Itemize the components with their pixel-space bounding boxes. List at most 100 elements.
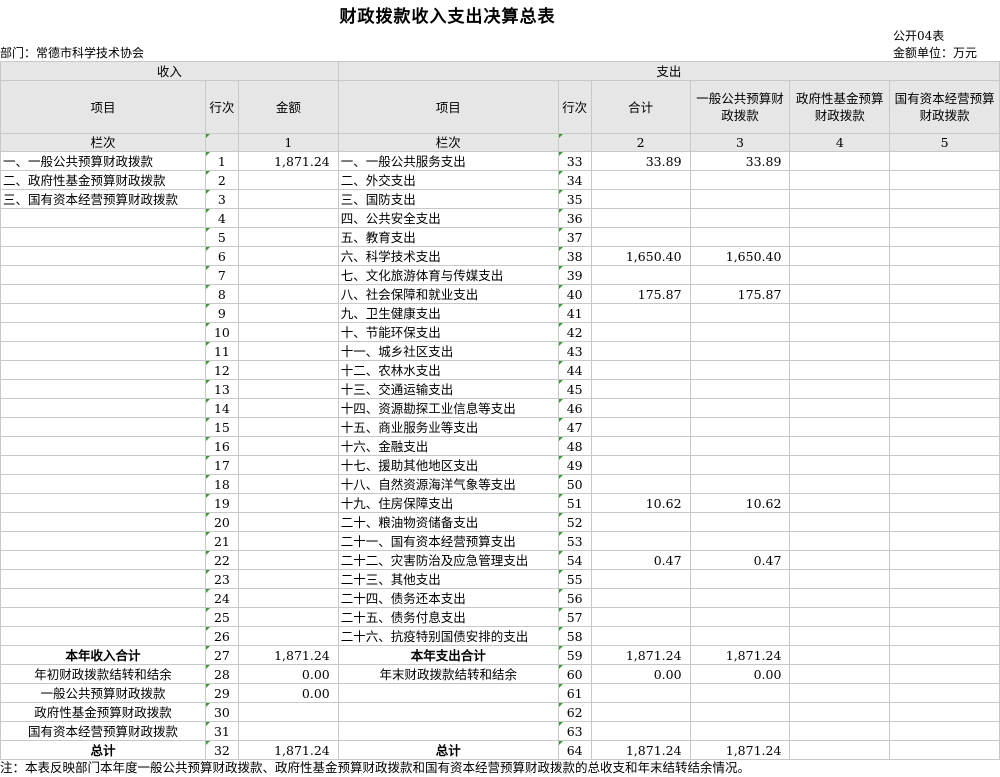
expense-row-no-cell: 48 [557,436,592,456]
table-row: 15 十五、商业服务业等支出 47 [0,417,1000,437]
expense-column-label: 栏次 [337,133,559,152]
income-column-label: 栏次 [0,133,206,152]
income-item-cell [0,550,206,570]
gov-fund-amount-cell [789,607,891,627]
total-amount-cell: 1,871.24 [590,645,691,665]
expense-row-no-cell: 53 [557,531,592,551]
table-row: 二、政府性基金预算财政拨款 2 二、外交支出 34 [0,170,1000,190]
gov-fund-amount-cell [789,664,891,684]
income-header: 收入 [0,61,339,81]
income-item-cell [0,531,206,551]
total-amount-cell: 175.87 [590,284,691,304]
state-capital-amount-cell [889,436,1000,456]
expense-row-no-cell: 59 [557,645,592,665]
expense-item-cell: 九、卫生健康支出 [337,303,559,323]
income-amount-cell [237,455,339,475]
income-item-cell [0,398,206,418]
total-amount-cell [590,189,691,209]
state-capital-amount-cell [889,151,1000,171]
expense-row-no-cell: 41 [557,303,592,323]
summary-row: 政府性基金预算财政拨款 30 62 [0,702,1000,722]
expense-item-cell: 十六、金融支出 [337,436,559,456]
state-capital-amount-cell [889,360,1000,380]
expense-row-no-cell: 57 [557,607,592,627]
income-item-cell: 政府性基金预算财政拨款 [0,702,206,722]
gov-fund-amount-cell [789,474,891,494]
total-amount-cell [590,170,691,190]
general-budget-amount-cell: 33.89 [689,151,791,171]
table-row: 11 十一、城乡社区支出 43 [0,341,1000,361]
gov-fund-amount-cell [789,493,891,513]
table-row: 16 十六、金融支出 48 [0,436,1000,456]
expense-row-no-cell: 43 [557,341,592,361]
state-capital-amount-cell [889,208,1000,228]
expense-item-cell: 一、一般公共服务支出 [337,151,559,171]
expense-row-no-cell: 61 [557,683,592,703]
col-1-index: 1 [237,133,339,152]
state-capital-amount-cell [889,626,1000,646]
expense-row-no-cell: 36 [557,208,592,228]
income-amount-cell [237,189,339,209]
expense-item-cell: 四、公共安全支出 [337,208,559,228]
general-budget-amount-cell [689,436,791,456]
income-row-no-cell: 25 [204,607,239,627]
gov-fund-amount-cell [789,360,891,380]
income-item-cell [0,227,206,247]
income-row-no-cell: 9 [204,303,239,323]
gov-fund-amount-cell [789,626,891,646]
gov-fund-amount-cell [789,569,891,589]
table-row: 25 二十五、债务付息支出 57 [0,607,1000,627]
income-item-cell [0,512,206,532]
income-item-cell [0,303,206,323]
expense-row-no-cell: 50 [557,474,592,494]
table-row: 13 十三、交通运输支出 45 [0,379,1000,399]
income-item-cell: 一、一般公共预算财政拨款 [0,151,206,171]
income-row-no-cell: 19 [204,493,239,513]
income-item-cell: 年初财政拨款结转和结余 [0,664,206,684]
income-amount-cell [237,398,339,418]
general-budget-amount-cell [689,607,791,627]
expense-item-cell [337,683,559,703]
table-row: 12 十二、农林水支出 44 [0,360,1000,380]
income-row-no-cell: 4 [204,208,239,228]
state-capital-amount-cell [889,284,1000,304]
state-capital-amount-cell [889,417,1000,437]
income-amount-cell [237,322,339,342]
general-budget-amount-cell [689,360,791,380]
income-row-no-cell: 7 [204,265,239,285]
income-row-no-cell: 15 [204,417,239,437]
col-3-index: 3 [689,133,791,152]
income-amount-cell [237,702,339,722]
expense-item-cell: 二十、粮油物资储备支出 [337,512,559,532]
general-budget-amount-cell [689,588,791,608]
header-row-columns: 项目 行次 金额 项目 行次 合计 一般公共预算财政拨款 政府性基金预算财政拨款… [0,80,1000,134]
expense-item-header: 项目 [337,80,559,134]
gov-fund-amount-cell [789,417,891,437]
income-item-cell: 本年收入合计 [0,645,206,665]
total-amount-cell [590,341,691,361]
income-row-no-cell: 1 [204,151,239,171]
state-capital-amount-cell [889,683,1000,703]
income-item-cell: 二、政府性基金预算财政拨款 [0,170,206,190]
expense-row-no-cell: 56 [557,588,592,608]
general-budget-amount-cell [689,341,791,361]
income-row-no-cell: 16 [204,436,239,456]
expense-row-no-cell: 49 [557,455,592,475]
general-budget-amount-cell: 1,871.24 [689,645,791,665]
total-amount-cell: 0.00 [590,664,691,684]
income-row-no-cell: 29 [204,683,239,703]
form-code: 公开04表 [893,29,945,43]
expense-row-no-cell: 58 [557,626,592,646]
general-budget-amount-cell: 0.00 [689,664,791,684]
expense-row-no-cell: 34 [557,170,592,190]
state-capital-amount-cell [889,303,1000,323]
expense-row-no-cell: 51 [557,493,592,513]
expense-item-cell: 七、文化旅游体育与传媒支出 [337,265,559,285]
gov-fund-header: 政府性基金预算财政拨款 [789,80,891,134]
expense-row-no-header: 行次 [557,80,592,134]
expense-item-cell [337,702,559,722]
table-row: 22 二十二、灾害防治及应急管理支出 54 0.47 0.47 [0,550,1000,570]
unit-label: 金额单位：万元 [893,46,978,60]
blank-cell [204,133,239,152]
general-budget-amount-cell [689,702,791,722]
